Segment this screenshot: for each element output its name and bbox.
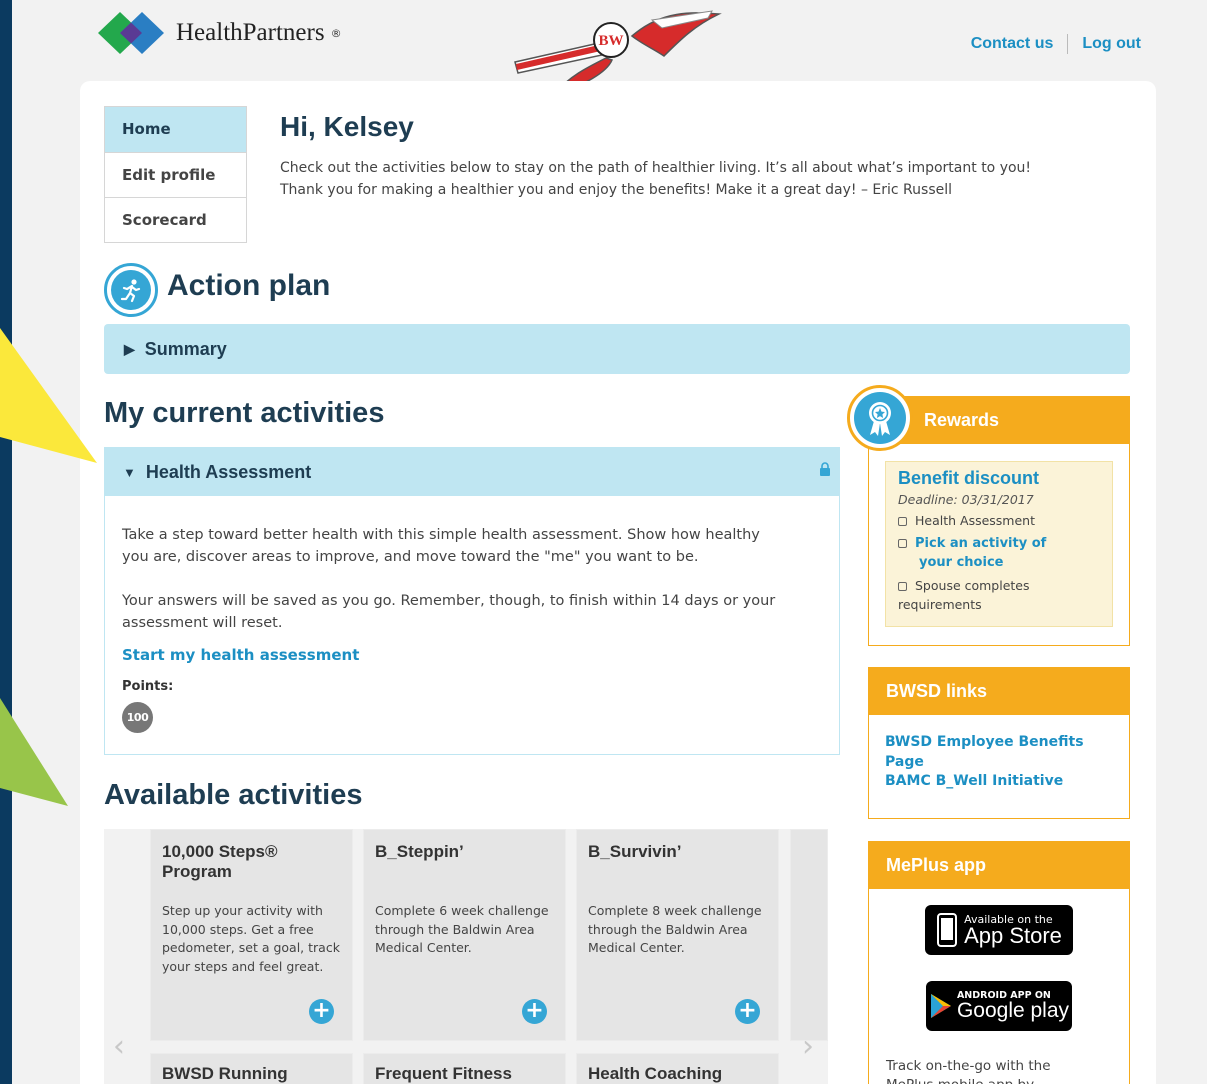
checkbox-icon: [898, 517, 907, 526]
add-activity-icon[interactable]: +: [522, 999, 547, 1024]
requirement-label-cont: your choice: [919, 555, 1004, 570]
phone-icon: [937, 913, 958, 947]
checkbox-icon: [898, 539, 907, 548]
annotation-arrows: [0, 328, 97, 806]
activity-tile[interactable]: Health Coaching: [576, 1053, 779, 1084]
health-assessment-body: Take a step toward better health with th…: [105, 496, 839, 733]
yellow-annotation-arrow: [0, 328, 97, 463]
para2-line1: Your answers will be saved as you go. Re…: [122, 593, 776, 609]
health-assessment-panel: ▼ Health Assessment Take a step toward b…: [104, 447, 840, 755]
requirement-label: Pick an activity of: [915, 536, 1047, 551]
activity-title: Frequent Fitness: [375, 1064, 512, 1083]
top-links: Contact us Log out: [971, 34, 1141, 54]
meplus-text: Track on-the-go with the MePlus mobile a…: [869, 1057, 1129, 1084]
google-play-badge[interactable]: ANDROID APP ON Google play: [926, 981, 1072, 1031]
deadline-text: Deadline: 03/31/2017: [898, 492, 1034, 507]
meplus-title: MePlus app: [886, 855, 987, 875]
app-store-bottom: App Store: [964, 922, 1062, 948]
contact-us-link[interactable]: Contact us: [971, 35, 1054, 53]
activities-carousel: ‹ › 10,000 Steps® Program Step up your a…: [104, 829, 828, 1084]
activity-desc: Complete 6 week challenge through the Ba…: [375, 903, 549, 955]
intro-line-2: Thank you for making a healthier you and…: [280, 182, 953, 198]
activity-tile[interactable]: Frequent Fitness: [363, 1053, 566, 1084]
benefit-discount-box: Benefit discount Deadline: 03/31/2017 He…: [885, 461, 1113, 627]
health-assessment-header[interactable]: ▼ Health Assessment: [105, 448, 839, 496]
requirement-label-cont: requirements: [898, 597, 982, 612]
requirement-label: Health Assessment: [915, 513, 1036, 528]
rewards-panel: Rewards Benefit discount Deadline: 03/31…: [847, 385, 1130, 646]
bwsd-links-list: BWSD Employee Benefits Page BAMC B_Well …: [885, 733, 1113, 792]
activity-desc: Complete 8 week challenge through the Ba…: [588, 903, 762, 955]
activity-title: Health Coaching: [588, 1064, 723, 1083]
link-divider: [1067, 34, 1069, 54]
intro-line-1: Check out the activities below to stay o…: [280, 160, 1032, 176]
page-title: Hi, Kelsey: [280, 111, 414, 142]
bwsd-links-panel: BWSD links BWSD Employee Benefits Page B…: [868, 667, 1130, 819]
requirement-item-link[interactable]: Pick an activity of your choice: [898, 534, 1100, 572]
para1-line1: Take a step toward better health with th…: [122, 527, 760, 543]
para1-line2: you are, discover areas to improve, and …: [122, 549, 699, 565]
activity-tile[interactable]: B_Survivin’ Complete 8 week challenge th…: [576, 829, 779, 1041]
rewards-title: Rewards: [924, 410, 1000, 430]
requirement-label: Spouse completes: [915, 578, 1030, 593]
employee-benefits-link-cont[interactable]: Page: [885, 753, 1113, 773]
add-activity-icon[interactable]: +: [309, 999, 334, 1024]
add-activity-icon[interactable]: +: [735, 999, 760, 1024]
bwsd-links-header: BWSD links: [869, 668, 1129, 715]
activity-tile[interactable]: B_Steppin’ Complete 6 week challenge thr…: [363, 829, 566, 1041]
intro-text: Check out the activities below to stay o…: [280, 157, 1120, 201]
bamc-bwell-link[interactable]: BAMC B_Well Initiative: [885, 772, 1113, 792]
benefit-discount-title[interactable]: Benefit discount: [898, 468, 1100, 489]
meplus-text-line: MePlus mobile app by: [886, 1076, 1112, 1084]
registered-mark: ®: [330, 26, 342, 40]
log-out-link[interactable]: Log out: [1082, 35, 1141, 53]
lock-icon: [819, 462, 831, 479]
main-card: Home Edit profile Scorecard Hi, Kelsey C…: [80, 81, 1156, 1084]
meplus-header: MePlus app: [869, 842, 1129, 889]
google-play-bottom: Google play: [956, 999, 1070, 1023]
employee-benefits-link[interactable]: BWSD Employee Benefits: [885, 733, 1113, 753]
requirement-item: Spouse completes requirements: [898, 576, 1100, 614]
para2-line2: assessment will reset.: [122, 615, 283, 631]
play-icon: [930, 994, 951, 1018]
green-annotation-arrow: [0, 698, 68, 806]
requirement-item: Health Assessment: [898, 511, 1100, 530]
health-assessment-para-1: Take a step toward better health with th…: [122, 524, 822, 568]
bwsd-links-title: BWSD links: [886, 681, 988, 701]
svg-text:BW: BW: [598, 33, 623, 49]
app-store-badge[interactable]: Available on the App Store: [925, 905, 1073, 955]
meplus-panel: MePlus app Available on the App Store AN…: [868, 841, 1130, 1084]
activity-tile-partial: [790, 829, 828, 1041]
award-ribbon-icon: [847, 385, 913, 451]
health-assessment-para-2: Your answers will be saved as you go. Re…: [122, 590, 822, 634]
summary-toggle[interactable]: ▶ Summary: [104, 324, 1130, 374]
checkbox-icon: [898, 582, 907, 591]
activity-title: B_Survivin’: [588, 842, 682, 861]
start-assessment-link[interactable]: Start my health assessment: [122, 644, 822, 666]
meplus-text-line: Track on-the-go with the: [886, 1058, 1051, 1074]
points-label: Points:: [122, 679, 174, 694]
activity-title: B_Steppin’: [375, 842, 464, 861]
